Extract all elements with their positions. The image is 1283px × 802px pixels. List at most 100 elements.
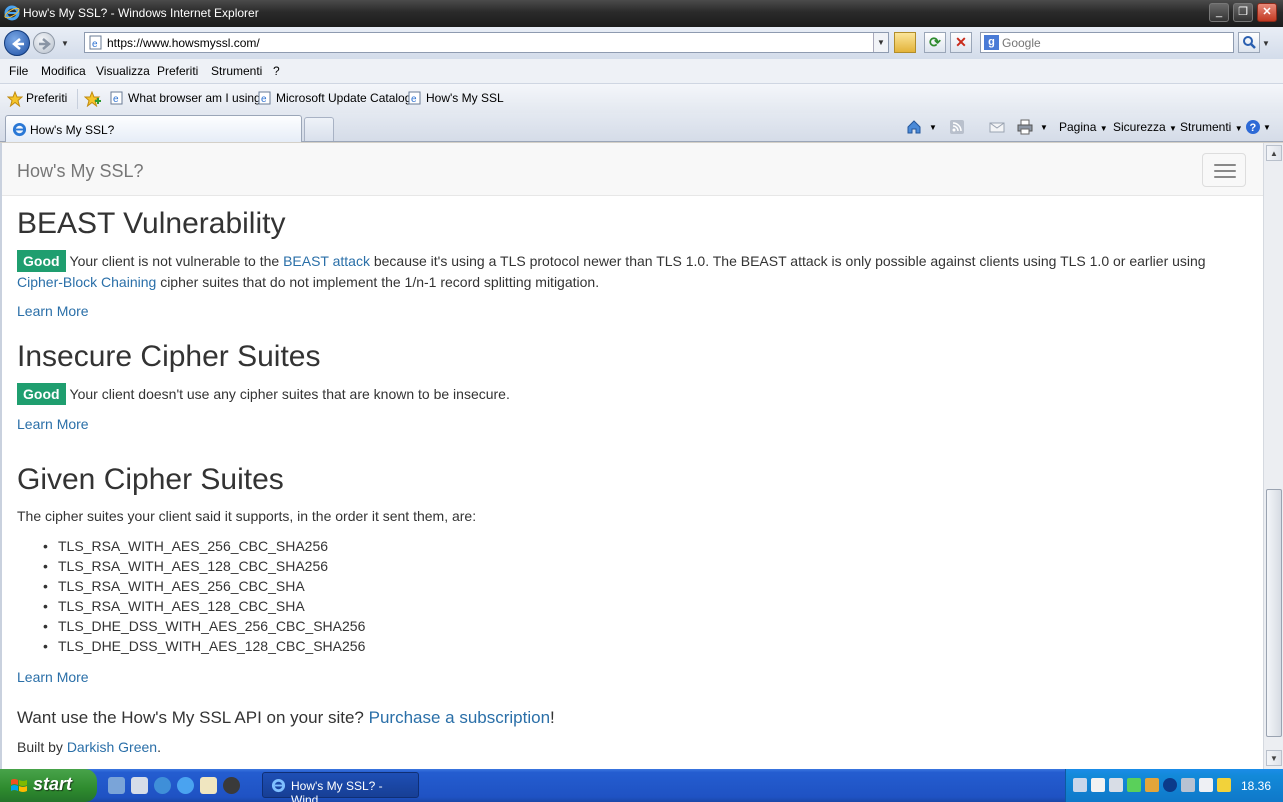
tray-network-icon[interactable] [1073, 778, 1087, 792]
page-menu[interactable]: Pagina ▼ [1059, 120, 1108, 134]
print-icon[interactable] [1016, 118, 1034, 136]
insecure-heading: Insecure Cipher Suites [17, 340, 321, 373]
window-title: How's My SSL? - Windows Internet Explore… [23, 6, 259, 20]
print-dropdown-icon[interactable]: ▼ [1040, 123, 1048, 132]
menu-view[interactable]: Visualizza [96, 64, 150, 78]
mail-icon[interactable] [988, 118, 1006, 136]
list-item: TLS_RSA_WITH_AES_256_CBC_SHA256 [43, 536, 365, 556]
favorite-link-what-browser[interactable]: What browser am I using [128, 91, 261, 105]
favorites-star-icon[interactable] [7, 91, 23, 107]
purchase-subscription-link[interactable]: Purchase a subscription [369, 708, 550, 727]
lock-icon[interactable] [894, 32, 916, 53]
cbc-link[interactable]: Cipher-Block Chaining [17, 274, 156, 290]
new-tab-button[interactable] [304, 117, 334, 141]
svg-text:e: e [411, 94, 417, 105]
help-icon[interactable]: ? [1244, 118, 1262, 136]
beast-text-2: because it's using a TLS protocol newer … [373, 253, 1206, 269]
start-label[interactable]: start [33, 774, 72, 795]
insecure-learn-more-link[interactable]: Learn More [17, 416, 89, 432]
tray-app-icon[interactable] [1127, 778, 1141, 792]
rss-feed-icon[interactable] [948, 118, 966, 136]
site-navbar: How's My SSL? [2, 143, 1263, 196]
help-dropdown-icon[interactable]: ▼ [1263, 123, 1271, 132]
page-icon: e [89, 35, 102, 50]
favorites-button[interactable]: Preferiti [26, 91, 67, 105]
minimize-button[interactable]: _ [1209, 3, 1229, 22]
add-favorite-icon[interactable] [84, 91, 102, 107]
search-field[interactable]: g [980, 32, 1234, 53]
scroll-down-button[interactable]: ▼ [1266, 750, 1282, 766]
security-menu[interactable]: Sicurezza ▼ [1113, 120, 1177, 134]
tray-monitor-icon[interactable] [1181, 778, 1195, 792]
scroll-thumb[interactable] [1266, 489, 1282, 737]
search-input[interactable] [1002, 34, 1230, 51]
quicklaunch-app2-icon[interactable] [223, 777, 240, 794]
address-dropdown-icon[interactable]: ▼ [873, 33, 888, 52]
scroll-up-button[interactable]: ▲ [1266, 145, 1282, 161]
tray-wireless-icon[interactable] [1163, 778, 1177, 792]
quicklaunch-desktop-icon[interactable] [108, 777, 125, 794]
tab-bar: How's My SSL? ▼ ▼ Pagina ▼ Sicurezza ▼ S… [0, 113, 1283, 142]
favorite-link-howsmyssl[interactable]: How's My SSL [426, 91, 504, 105]
tab-label[interactable]: How's My SSL? [30, 123, 114, 137]
given-intro: The cipher suites your client said it su… [17, 508, 477, 524]
home-icon[interactable] [905, 118, 923, 136]
security-menu-label[interactable]: Sicurezza [1113, 120, 1166, 134]
vertical-scrollbar[interactable]: ▲ ▼ [1263, 143, 1283, 769]
tray-security-icon[interactable] [1217, 778, 1231, 792]
menu-file[interactable]: File [9, 64, 28, 78]
arrow-right-icon [39, 38, 51, 50]
tray-volume-icon[interactable] [1199, 778, 1213, 792]
site-brand[interactable]: How's My SSL? [17, 161, 143, 182]
page-viewport: How's My SSL? BEAST Vulnerability Good Yo… [0, 143, 1283, 769]
taskbar-window-label[interactable]: How's My SSL? - Wind... [291, 779, 418, 802]
menu-favorites[interactable]: Preferiti [157, 64, 198, 78]
beast-learn-more-link[interactable]: Learn More [17, 303, 89, 319]
close-button[interactable]: ✕ [1257, 3, 1277, 22]
taskbar-ie-window-button[interactable]: How's My SSL? - Wind... [262, 772, 419, 802]
refresh-button[interactable]: ⟳ [924, 32, 946, 53]
quicklaunch-app-icon[interactable] [131, 777, 148, 794]
back-button[interactable] [4, 30, 30, 56]
beast-attack-link[interactable]: BEAST attack [283, 253, 370, 269]
menu-help[interactable]: ? [273, 64, 280, 78]
quicklaunch-mail-icon[interactable] [200, 777, 217, 794]
favorite-link-update-catalog[interactable]: Microsoft Update Catalog [276, 91, 411, 105]
url-text[interactable]: https://www.howsmyssl.com/ [107, 36, 260, 50]
forward-button[interactable] [33, 32, 55, 54]
insecure-paragraph: Good Your client doesn't use any cipher s… [17, 383, 1242, 405]
tray-tool-icon[interactable] [1109, 778, 1123, 792]
tab-active[interactable]: How's My SSL? [5, 115, 302, 142]
windows-flag-icon [11, 779, 27, 792]
menu-tools[interactable]: Strumenti [211, 64, 262, 78]
favorites-separator [77, 89, 78, 109]
quicklaunch-media-icon[interactable] [154, 777, 171, 794]
navbar-toggle-button[interactable] [1202, 153, 1246, 187]
tools-menu-label[interactable]: Strumenti [1180, 120, 1231, 134]
api-promo-text: Want use the How's My SSL API on your si… [17, 708, 364, 727]
tray-battery-icon[interactable] [1145, 778, 1159, 792]
darkish-green-link[interactable]: Darkish Green [67, 739, 157, 755]
given-learn-more-link[interactable]: Learn More [17, 669, 89, 685]
address-field[interactable]: e https://www.howsmyssl.com/ [84, 32, 889, 53]
page-menu-label[interactable]: Pagina [1059, 120, 1096, 134]
home-dropdown-icon[interactable]: ▼ [929, 123, 937, 132]
stop-button[interactable]: ✕ [950, 32, 972, 53]
history-dropdown-icon[interactable]: ▼ [61, 39, 69, 48]
windows-taskbar: start How's My SSL? - Wind... 18.36 [0, 769, 1283, 802]
menu-bar: File Modifica Visualizza Preferiti Strum… [0, 59, 1283, 84]
quicklaunch-ie-icon[interactable] [177, 777, 194, 794]
search-options-icon[interactable]: ▼ [1262, 39, 1270, 48]
site-footer: Built by Darkish Green. [17, 739, 161, 755]
maximize-button[interactable]: ❐ [1233, 3, 1253, 22]
beast-paragraph: Good Your client is not vulnerable to the… [17, 250, 1242, 292]
good-badge: Good [17, 250, 66, 272]
tools-menu[interactable]: Strumenti ▼ [1180, 120, 1243, 134]
tray-shield-icon[interactable] [1091, 778, 1105, 792]
start-button[interactable]: start [0, 769, 97, 802]
favorites-bar: Preferiti e What browser am I using e Mi… [0, 84, 1283, 113]
insecure-text: Your client doesn't use any cipher suite… [69, 386, 510, 402]
list-item: TLS_RSA_WITH_AES_256_CBC_SHA [43, 576, 365, 596]
search-button[interactable] [1238, 32, 1260, 53]
menu-edit[interactable]: Modifica [41, 64, 86, 78]
